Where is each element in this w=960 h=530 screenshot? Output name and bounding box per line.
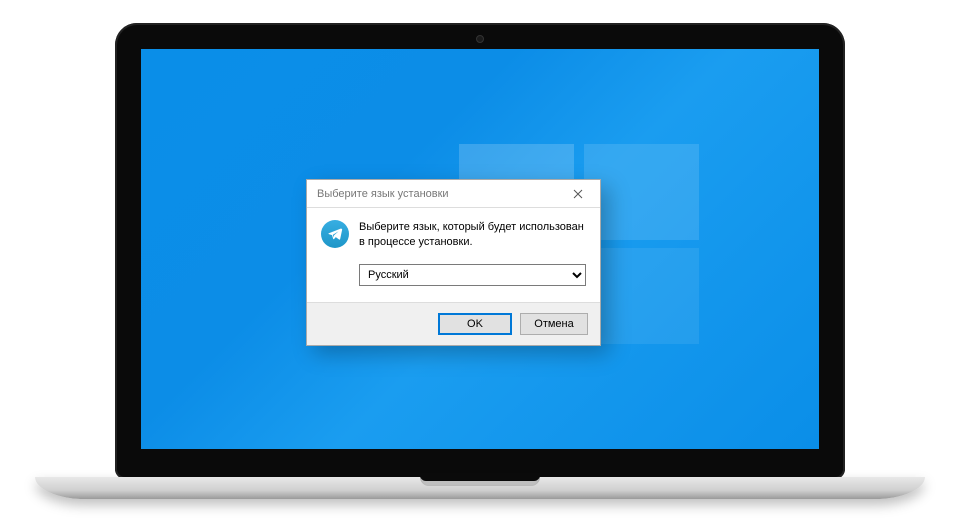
telegram-icon (321, 220, 349, 248)
laptop-mockup: Выберите язык установки Выберите язык, к… (115, 23, 845, 507)
language-select[interactable]: Русский (359, 264, 586, 286)
dialog-titlebar: Выберите язык установки (307, 180, 600, 208)
laptop-screen-frame: Выберите язык установки Выберите язык, к… (115, 23, 845, 479)
laptop-camera (476, 35, 484, 43)
cancel-button[interactable]: Отмена (520, 313, 588, 335)
close-button[interactable] (560, 180, 596, 207)
language-select-dialog: Выберите язык установки Выберите язык, к… (306, 179, 601, 346)
laptop-base (115, 477, 845, 507)
dialog-footer: OK Отмена (307, 302, 600, 345)
desktop-wallpaper: Выберите язык установки Выберите язык, к… (141, 49, 819, 449)
paper-plane-icon (327, 226, 343, 242)
dialog-message: Выберите язык, который будет использован… (359, 220, 586, 250)
dialog-title: Выберите язык установки (317, 188, 449, 200)
close-icon (573, 189, 583, 199)
ok-button[interactable]: OK (438, 313, 512, 335)
dialog-body: Выберите язык, который будет использован… (307, 208, 600, 302)
